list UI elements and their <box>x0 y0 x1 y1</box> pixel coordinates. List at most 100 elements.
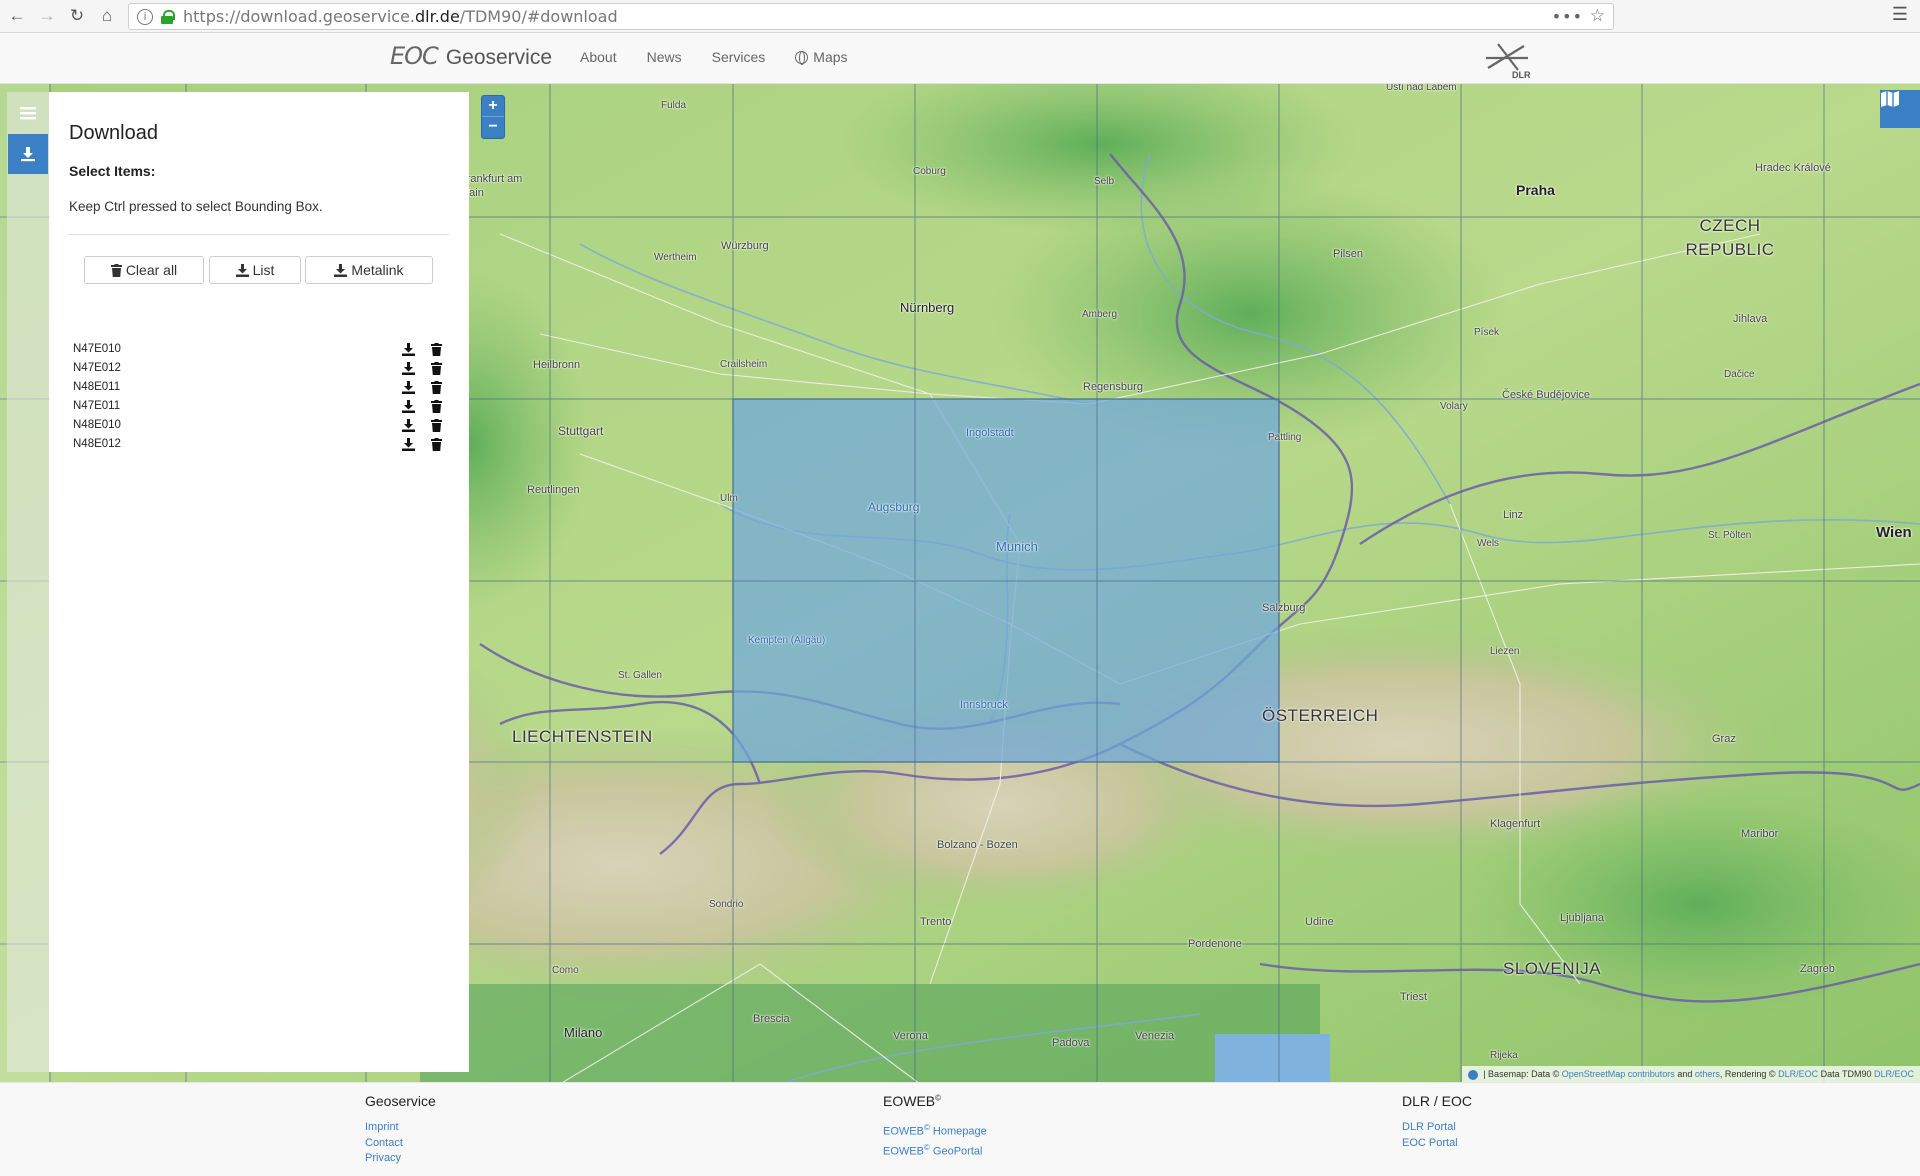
label-hradec: Hradec Králové <box>1755 162 1831 174</box>
label-pisek: Písek <box>1474 327 1500 338</box>
label-slovenija: SLOVENIJA <box>1503 959 1602 978</box>
label-wuerzburg: Würzburg <box>721 240 769 252</box>
site-logo[interactable]: EOC Geoservice <box>390 42 552 70</box>
metalink-button[interactable]: Metalink <box>305 256 433 284</box>
label-stgallen: St. Gallen <box>618 670 662 681</box>
list-item[interactable]: N47E010 <box>73 340 449 359</box>
clear-all-button[interactable]: Clear all <box>84 256 204 284</box>
footer-dlr-eoc-title: DLR / EOC <box>1402 1093 1473 1109</box>
footer-eoweb-title: EOWEB© <box>883 1093 942 1109</box>
label-brescia: Brescia <box>753 1013 790 1025</box>
list-item[interactable]: N48E010 <box>73 416 449 435</box>
sidebar-download-tab[interactable] <box>8 134 48 174</box>
label-reutlingen: Reutlingen <box>527 484 580 496</box>
zoom-in-button[interactable]: + <box>482 96 504 117</box>
label-zagreb: Zagreb <box>1800 963 1835 975</box>
footer-privacy-link[interactable]: Privacy <box>365 1151 436 1167</box>
nav-maps[interactable]: Maps <box>795 49 848 65</box>
footer-eoweb: EOWEB© EOWEB© Homepage EOWEB© GeoPortal <box>883 1093 987 1160</box>
bookmark-star-icon[interactable]: ☆ <box>1590 6 1605 26</box>
nav-news[interactable]: News <box>647 49 682 65</box>
home-icon[interactable]: ⌂ <box>94 3 120 29</box>
label-triest: Triest <box>1400 991 1428 1003</box>
footer-eoweb-homepage-link[interactable]: EOWEB© Homepage <box>883 1120 987 1140</box>
list-item[interactable]: N47E012 <box>73 359 449 378</box>
map-attribution: | Basemap: Data © OpenStreetMap contribu… <box>1461 1066 1920 1082</box>
select-items-label: Select Items: <box>69 163 156 179</box>
download-icon[interactable] <box>402 400 415 413</box>
layer-switcher-button[interactable] <box>1880 90 1920 128</box>
trash-icon[interactable] <box>430 343 443 356</box>
label-como: Como <box>552 965 579 976</box>
address-bar[interactable]: i https://download.geoservice.dlr.de/TDM… <box>128 3 1614 30</box>
label-czech-republic: CZECH REPUBLIC <box>1685 216 1775 259</box>
label-volary: Volary <box>1440 401 1468 412</box>
footer-eoc-portal-link[interactable]: EOC Portal <box>1402 1136 1472 1152</box>
forward-icon[interactable]: → <box>34 3 60 29</box>
nav-services[interactable]: Services <box>712 49 766 65</box>
label-bolzano: Bolzano - Bozen <box>937 839 1018 851</box>
po-plain <box>420 984 1320 1082</box>
others-link[interactable]: others <box>1695 1069 1720 1079</box>
url-text: https://download.geoservice.dlr.de/TDM90… <box>183 7 618 26</box>
back-icon[interactable]: ← <box>4 3 30 29</box>
zoom-control: + − <box>481 95 505 139</box>
label-graz: Graz <box>1712 733 1736 745</box>
dlr-eoc-link[interactable]: DLR/EOC <box>1778 1069 1818 1079</box>
download-icon <box>235 263 249 277</box>
label-crailsheim: Crailsheim <box>720 359 768 370</box>
label-jihlava: Jihlava <box>1733 313 1768 325</box>
label-budejovice: České Budějovice <box>1502 389 1591 401</box>
dlr-logo[interactable]: DLR <box>1482 38 1534 80</box>
trash-icon[interactable] <box>430 419 443 432</box>
panel-title: Download <box>69 122 158 144</box>
nav-about[interactable]: About <box>580 49 617 65</box>
label-ulm: Ulm <box>720 493 738 504</box>
download-icon[interactable] <box>402 362 415 375</box>
reload-icon[interactable]: ↻ <box>64 3 90 29</box>
sidebar-menu-tab[interactable] <box>8 93 48 133</box>
trash-icon[interactable] <box>430 400 443 413</box>
footer-geoservice-title: Geoservice <box>365 1093 436 1109</box>
trash-icon[interactable] <box>430 362 443 375</box>
trash-icon <box>110 263 122 277</box>
footer-dlr-portal-link[interactable]: DLR Portal <box>1402 1120 1472 1136</box>
label-fulda: Fulda <box>661 100 687 111</box>
download-icon[interactable] <box>402 438 415 451</box>
tile-id: N47E011 <box>73 400 121 412</box>
osm-link[interactable]: OpenStreetMap contributors <box>1562 1069 1675 1079</box>
label-trento: Trento <box>920 916 952 928</box>
footer-imprint-link[interactable]: Imprint <box>365 1120 436 1136</box>
footer-contact-link[interactable]: Contact <box>365 1136 436 1152</box>
label-linz: Linz <box>1503 509 1524 521</box>
list-item[interactable]: N48E012 <box>73 435 449 454</box>
label-frankfurt: Frankfurt am Main <box>460 173 523 199</box>
lock-icon <box>161 9 175 24</box>
label-pordenone: Pordenone <box>1188 938 1242 950</box>
tile-id: N48E010 <box>73 419 121 431</box>
label-verona: Verona <box>893 1030 928 1042</box>
label-pilsen: Pilsen <box>1333 248 1363 260</box>
info-icon[interactable]: i <box>137 8 153 25</box>
label-augsburg: Augsburg <box>868 500 920 514</box>
download-icon[interactable] <box>402 343 415 356</box>
list-item[interactable]: N47E011 <box>73 397 449 416</box>
download-icon[interactable] <box>402 419 415 432</box>
footer-geoservice: Geoservice Imprint Contact Privacy <box>365 1093 436 1167</box>
list-button[interactable]: List <box>209 256 301 284</box>
site-header: EOC Geoservice About News Services Maps D… <box>0 34 1920 84</box>
dlr-eoc-data-link[interactable]: DLR/EOC <box>1874 1069 1914 1079</box>
label-sondrio: Sondrio <box>709 899 744 910</box>
trash-icon[interactable] <box>430 381 443 394</box>
footer-eoweb-geoportal-link[interactable]: EOWEB© GeoPortal <box>883 1140 987 1160</box>
label-liechtenstein: LIECHTENSTEIN <box>512 727 653 746</box>
trash-icon[interactable] <box>430 438 443 451</box>
hamburger-menu-icon[interactable]: ☰ <box>1892 4 1908 25</box>
globe-icon <box>795 50 809 65</box>
label-munich: Munich <box>996 539 1038 554</box>
list-item[interactable]: N48E011 <box>73 378 449 397</box>
more-actions-icon[interactable]: ••• <box>1552 7 1583 26</box>
label-udine: Udine <box>1305 916 1334 928</box>
download-icon[interactable] <box>402 381 415 394</box>
zoom-out-button[interactable]: − <box>482 117 504 138</box>
